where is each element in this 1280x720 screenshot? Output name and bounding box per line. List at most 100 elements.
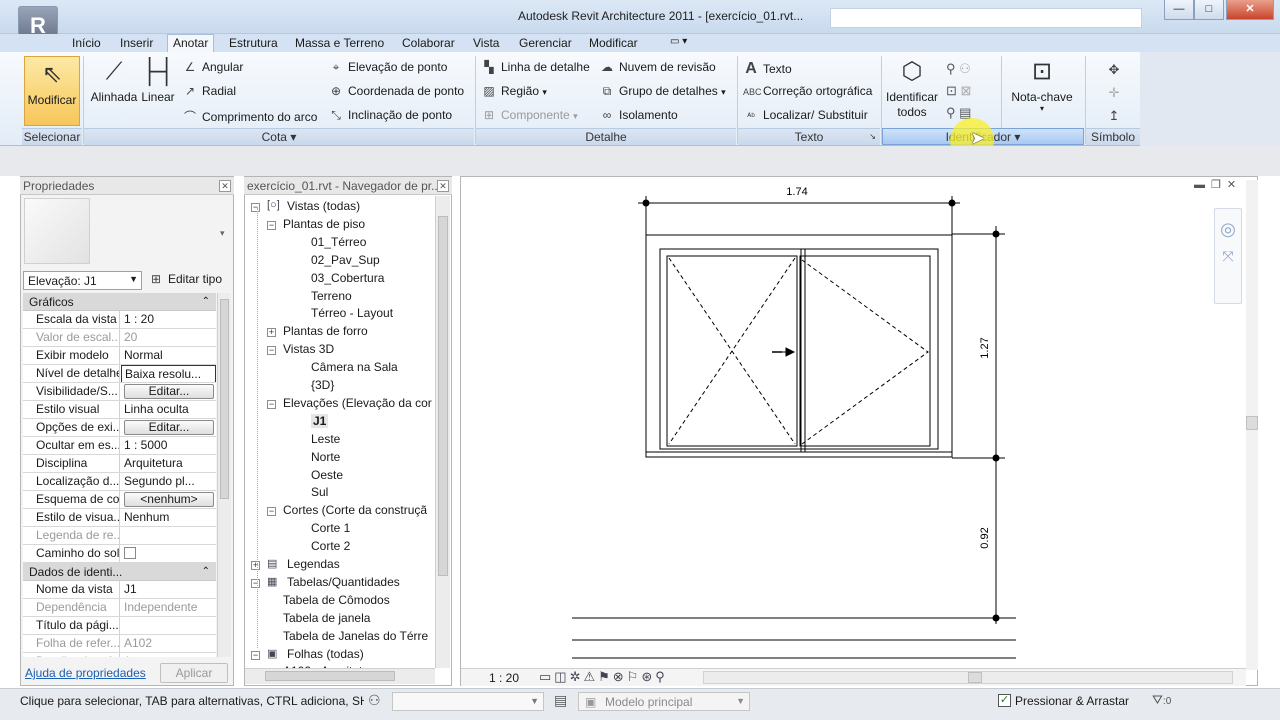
browser-tree-item[interactable]: Tabela de janela [283,611,370,625]
revision-cloud-button[interactable]: ☁ Nuvem de revisão [599,60,716,74]
aligned-dimension-button[interactable]: ⟋ Alinhada [88,58,140,104]
property-value[interactable]: 1 : 20 [124,312,154,326]
panel-dimension-title[interactable]: Cota ▾ [84,128,474,145]
property-row[interactable]: Opções de exi... Editar... [23,419,216,437]
scroll-thumb[interactable] [1246,416,1258,430]
browser-tree-item[interactable]: Cortes (Corte da construçã [283,503,427,517]
panel-text-title[interactable]: Texto ↘ [738,128,880,145]
symbol-icon[interactable]: ✥ [1104,58,1124,81]
modify-button[interactable]: ⇖ Modificar [24,56,80,126]
property-value[interactable]: Baixa resolu... [125,367,201,381]
panel-toggle-dropdown[interactable]: ▭ ▾ [670,36,687,47]
chevron-down-icon[interactable]: ▾ [220,228,225,239]
tab-colaborar[interactable]: Colaborar [402,36,455,50]
property-row[interactable]: Estilo visual Linha oculta [23,401,216,419]
scroll-thumb[interactable] [220,299,229,499]
property-row[interactable]: Disciplina Arquitetura [23,455,216,473]
property-edit-button[interactable]: <nenhum> [124,492,214,507]
edit-type-button[interactable]: ⊞ Editar tipo [148,272,222,286]
property-value-cell[interactable] [121,617,216,634]
browser-tree-item[interactable]: Corte 1 [311,521,350,535]
apply-button[interactable]: Aplicar [160,663,228,683]
scroll-thumb[interactable] [968,672,982,683]
browser-tree-item[interactable]: 01_Térreo [311,235,366,249]
property-value[interactable]: Segundo pl... [124,474,195,488]
property-value[interactable]: 1 : 5000 [124,438,167,452]
browser-tree-item[interactable]: Legendas [287,557,340,571]
browser-tree-item[interactable]: Tabela de Cômodos [283,593,390,607]
property-row[interactable]: Nível de detalhe Baixa resolu... [23,365,216,383]
property-group-header[interactable]: Gráficos ⌃ [23,293,216,311]
spellcheck-button[interactable]: ABCCorreção ortográfica [743,84,872,98]
property-row[interactable]: Título da pági... [23,617,216,635]
property-edit-button[interactable]: Editar... [124,384,214,399]
browser-tree-item[interactable]: 03_Cobertura [311,271,384,285]
view-control-icons[interactable]: ▭◫✲⚠⚑⊗⚐⊛⚲ [539,669,668,685]
browser-tree-item[interactable]: Corte 2 [311,539,350,553]
browser-tree-item[interactable]: 02_Pav_Sup [311,253,380,267]
properties-scrollbar[interactable] [217,293,231,657]
property-value-cell[interactable]: Linha oculta [121,401,216,418]
tab-gerenciar[interactable]: Gerenciar [519,36,572,50]
angular-dimension-button[interactable]: ∠ Angular [182,60,244,74]
keynote-button[interactable]: ⊡ Nota-chave ▾ [1006,58,1078,113]
tag-by-category-icon[interactable]: ⚲ ⚇ [946,58,992,80]
browser-scrollbar[interactable] [435,196,450,668]
property-row[interactable]: Escala da vista 1 : 20 [23,311,216,329]
property-value[interactable]: Linha oculta [124,402,189,416]
tab-inserir[interactable]: Inserir [120,36,153,50]
filter-icon[interactable]: ⛛:0 [1152,692,1171,708]
close-icon[interactable]: ✕ [437,180,449,192]
browser-tree-item[interactable]: Oeste [311,468,343,482]
canvas-vscrollbar[interactable] [1246,180,1258,670]
view-scale[interactable]: 1 : 20 [489,671,519,685]
browser-tree-item[interactable]: {3D} [311,378,334,392]
canvas-hscrollbar[interactable] [703,671,1233,684]
property-row[interactable]: Localização d... Segundo pl... [23,473,216,491]
tag-all-button[interactable]: ⬡ Identificar todos [882,58,942,120]
spot-slope-button[interactable]: ⤡ Inclinação de ponto [328,108,452,123]
property-row[interactable]: Exibir modelo Normal [23,347,216,365]
region-button[interactable]: ▨ Região ▾ [481,84,547,98]
collapse-icon[interactable]: − [267,220,276,230]
properties-help-link[interactable]: Ajuda de propriedades [25,666,146,680]
room-tag-icon[interactable]: ⊡ ⊠ [946,80,992,102]
browser-tree-item[interactable]: Tabelas/Quantidades [287,575,400,589]
property-checkbox[interactable] [124,547,136,559]
close-icon[interactable]: ✕ [219,180,231,192]
property-value-cell[interactable]: <nenhum> [121,491,216,508]
tab-anotar[interactable]: Anotar [167,34,215,53]
arc-length-button[interactable]: ⌒ Comprimento do arco [182,108,317,125]
browser-hscrollbar[interactable] [245,668,435,684]
property-value[interactable]: J1 [124,582,137,596]
browser-tree-item[interactable]: Plantas de forro [283,324,368,338]
property-row[interactable]: Detalhe de ref... 1 [23,653,216,657]
dialog-launcher-icon[interactable]: ↘ [869,129,876,145]
property-value-cell[interactable]: Nenhum [121,509,216,526]
property-value[interactable]: Nenhum [124,510,169,524]
property-row[interactable]: Valor de escal... 20 [23,329,216,347]
linear-dimension-button[interactable]: ├┤ Linear [140,58,176,104]
property-value-cell[interactable]: Editar... [121,419,216,436]
collapse-icon[interactable]: − [267,346,276,356]
editing-requests-icon[interactable]: ▤ [554,692,567,709]
property-row[interactable]: Visibilidade/S... Editar... [23,383,216,401]
press-drag-checkbox[interactable]: ✓ [998,694,1011,707]
collapse-icon[interactable]: − [267,507,276,517]
text-button[interactable]: A Texto [743,60,791,78]
browser-tree-item[interactable]: Terreno [311,289,352,303]
browser-tree-item[interactable]: Norte [311,450,340,464]
property-row[interactable]: Esquema de cor <nenhum> [23,491,216,509]
browser-tree-item[interactable]: Vistas (todas) [287,199,360,213]
property-value-cell[interactable]: 1 : 5000 [121,437,216,454]
worksharing-icon[interactable]: ⚇ [368,692,381,709]
browser-tree-item[interactable]: Plantas de piso [283,217,365,231]
property-group-header[interactable]: Dados de identi... ⌃ [23,563,216,581]
collapse-icon[interactable]: − [251,203,260,212]
expand-icon[interactable]: + [267,328,276,338]
minimize-button[interactable]: — [1164,0,1194,20]
collapse-icon[interactable]: − [251,650,260,660]
property-row[interactable]: Nome da vista J1 [23,581,216,599]
property-row[interactable]: Caminho do sol [23,545,216,563]
browser-tree-item[interactable]: Térreo - Layout [311,306,393,320]
